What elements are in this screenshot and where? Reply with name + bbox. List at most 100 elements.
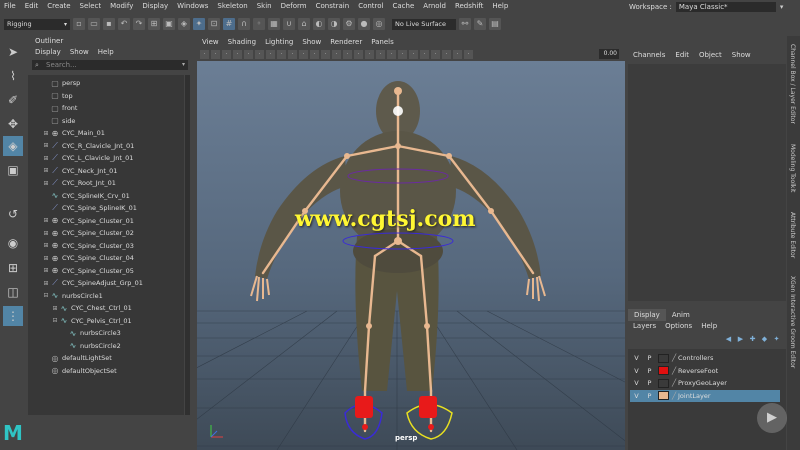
visibility-toggle[interactable]: V [630,354,643,362]
paint-select-icon[interactable]: ✐ [3,90,23,110]
layer-options-icon[interactable]: ✦ [772,335,781,343]
expand-icon[interactable]: ⊞ [42,130,50,137]
lasso-tool-icon[interactable]: ⌇ [3,66,23,86]
panel-layout-icon[interactable]: ▤ [489,18,501,30]
select-component-icon[interactable]: ◈ [178,18,190,30]
layer-menu-layers[interactable]: Layers [633,321,656,332]
expand-icon[interactable]: ⊞ [42,167,50,174]
hypershade-icon[interactable]: ● [358,18,370,30]
outliner-item[interactable]: ▢ persp [42,77,80,90]
viewport-menu-show[interactable]: Show [302,36,321,48]
channel-box-channels[interactable]: Channels [633,49,665,61]
outliner-item[interactable]: ⊟ ∿ nurbsCircle1 [42,290,102,303]
outliner-item[interactable]: ⊞ ⟋ CYC_SpineAdjust_Grp_01 [42,277,142,290]
chevron-down-icon[interactable]: ▾ [780,3,784,11]
sym-icon[interactable]: ⚯ [459,18,471,30]
visibility-toggle[interactable]: V [630,392,643,400]
outliner-item[interactable]: ∿ nurbsCircle2 [60,340,121,353]
play-icon[interactable]: ▶ [757,403,787,433]
menu-file[interactable]: File [4,2,16,10]
texture-icon[interactable]: · [288,49,297,59]
viewport-menu-renderer[interactable]: Renderer [330,36,362,48]
expand-icon[interactable]: ⊞ [42,267,50,274]
gamma-icon[interactable]: · [431,49,440,59]
arnold-icon[interactable]: ◎ [373,18,385,30]
layer-row[interactable]: V P ╱ Controllers [630,352,780,364]
open-scene-icon[interactable]: ▭ [88,18,100,30]
layer-row[interactable]: V P ╱ ProxyGeoLayer [630,377,780,389]
move-layer-down-icon[interactable]: ▶ [736,335,745,343]
search-input[interactable]: Search... [46,61,77,69]
channel-box-object[interactable]: Object [699,49,722,61]
ao-icon[interactable]: · [321,49,330,59]
visibility-toggle[interactable]: V [630,367,643,375]
select-hierarchy-icon[interactable]: ⊞ [148,18,160,30]
exposure-icon[interactable]: · [420,49,429,59]
last-tool-icon[interactable]: ↺ [3,204,23,224]
outliner-item[interactable]: ⊞ ∿ CYC_Chest_Ctrl_01 [51,302,131,315]
outliner-item[interactable]: ⊞ ⊕ CYC_Main_01 [42,127,104,140]
lighting-icon[interactable]: · [299,49,308,59]
outliner-layout-icon[interactable]: ⋮ [3,306,23,326]
workspace-dropdown[interactable]: Maya Classic* [675,2,776,12]
outliner-menu-show[interactable]: Show [70,47,89,58]
snap-grid-icon[interactable]: # [223,18,235,30]
xray-joints-icon[interactable]: · [365,49,374,59]
outliner-item[interactable]: ⊞ ⊕ CYC_Spine_Cluster_03 [42,240,133,253]
bookmark-icon[interactable]: · [211,49,220,59]
sym-view-icon[interactable]: · [464,49,473,59]
outliner-item[interactable]: ⊟ ∿ CYC_Pelvis_Ctrl_01 [51,315,131,328]
menu-create[interactable]: Create [47,2,70,10]
side-tab-2[interactable]: Attribute Editor [789,212,796,258]
redo-icon[interactable]: ↷ [133,18,145,30]
snap-curve-icon[interactable]: ∩ [238,18,250,30]
side-tab-0[interactable]: Channel Box / Layer Editor [789,44,796,124]
tab-display[interactable]: Display [628,309,666,321]
viewport-menu-view[interactable]: View [202,36,219,48]
outliner-item[interactable]: ⊞ ⊕ CYC_Spine_Cluster_01 [42,215,133,228]
camera-attr-icon[interactable]: · [200,49,209,59]
tab-anim[interactable]: Anim [666,309,696,321]
layer-color-swatch[interactable] [658,353,669,363]
single-view-icon[interactable]: ◉ [3,233,23,253]
menu-cache[interactable]: Cache [393,2,415,10]
expand-icon[interactable]: ⊞ [42,142,50,149]
layer-color-swatch[interactable] [658,366,669,375]
snap-point-icon[interactable]: ◦ [253,18,265,30]
expand-icon[interactable]: ⊞ [42,217,50,224]
expand-icon[interactable]: ⊞ [42,255,50,262]
frame-sel-icon[interactable]: · [409,49,418,59]
layer-menu-options[interactable]: Options [665,321,692,332]
outliner-item[interactable]: ▢ front [42,102,77,115]
channel-box-edit[interactable]: Edit [675,49,689,61]
viewport-menu-panels[interactable]: Panels [371,36,394,48]
expand-icon[interactable]: ⊞ [42,180,50,187]
menu-modify[interactable]: Modify [110,2,133,10]
color-icon[interactable]: · [442,49,451,59]
layer-row[interactable]: V P ╱ ReverseFoot [630,365,780,377]
two-view-icon[interactable]: ◫ [3,282,23,302]
aa-icon[interactable]: · [332,49,341,59]
side-tab-3[interactable]: XGen Interactive Groom Editor [789,276,796,368]
chevron-down-icon[interactable]: ▾ [182,60,185,70]
select-object-icon[interactable]: ▣ [163,18,175,30]
playback-toggle[interactable]: P [643,379,656,387]
side-tab-1[interactable]: Modeling Toolkit [789,144,796,192]
menu-skin[interactable]: Skin [257,2,272,10]
menu-control[interactable]: Control [358,2,383,10]
outliner-item[interactable]: ∿ nurbsCircle3 [60,327,121,340]
3d-viewport[interactable]: www.cgtsj.com persp [197,61,625,450]
outliner-item[interactable]: ⊞ ⊕ CYC_Spine_Cluster_05 [42,265,133,278]
outliner-item[interactable]: ⊞ ⟋ CYC_Root_Jnt_01 [42,177,115,190]
film-gate-icon[interactable]: · [244,49,253,59]
render-settings-icon[interactable]: ⚙ [343,18,355,30]
live-surface-field[interactable]: No Live Surface [392,18,456,30]
outliner-item[interactable]: ◎ defaultLightSet [42,352,112,365]
viewport-menu-shading[interactable]: Shading [228,36,256,48]
snap-surface-icon[interactable]: ▦ [268,18,280,30]
render-icon[interactable]: ◐ [313,18,325,30]
expand-icon[interactable]: ⊞ [42,230,50,237]
backface-icon[interactable]: · [376,49,385,59]
outliner-item[interactable]: ⊞ ⟋ CYC_Neck_Jnt_01 [42,165,117,178]
resolution-gate-icon[interactable]: · [255,49,264,59]
